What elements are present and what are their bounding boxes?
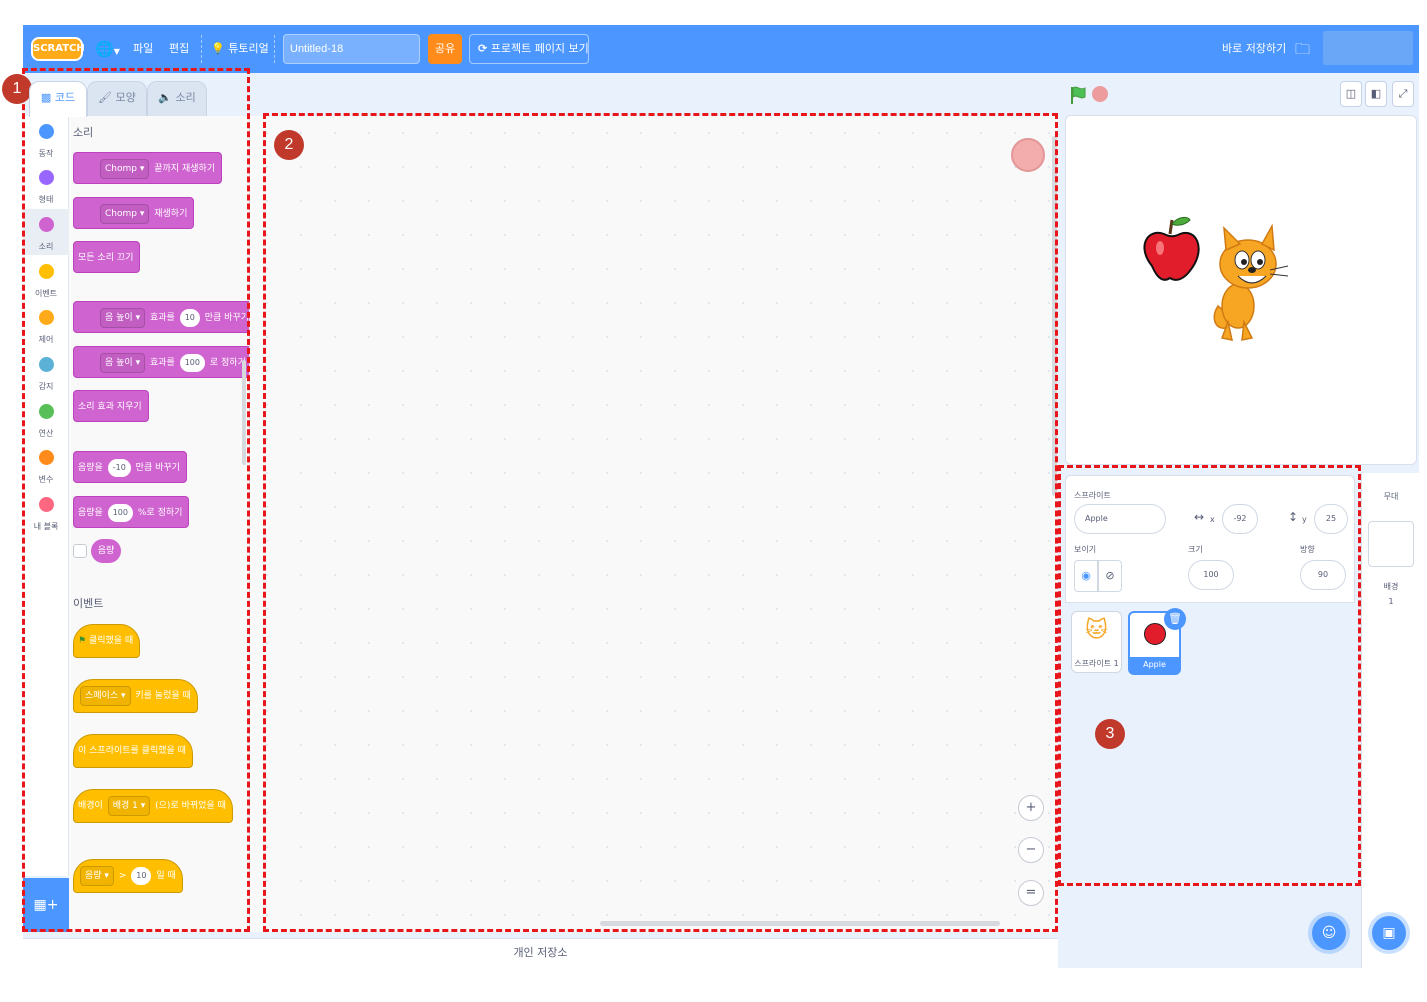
annotation-number-2: 2 <box>274 130 304 160</box>
choose-backdrop-button[interactable]: ▣ <box>1372 916 1406 950</box>
small-stage-button[interactable]: ◫ <box>1340 81 1362 107</box>
annotation-box-3 <box>1058 465 1361 886</box>
annotation-box-2 <box>263 113 1058 932</box>
stage-canvas[interactable] <box>1065 115 1417 465</box>
edit-menu[interactable]: 편집 <box>169 25 189 73</box>
language-menu[interactable]: 🌐▼ <box>95 25 120 73</box>
see-project-page-button[interactable]: ⟳ 프로젝트 페이지 보기 <box>469 34 589 64</box>
lightbulb-icon: 💡 <box>211 42 225 55</box>
full-screen-icon: ⤢ <box>1398 87 1408 100</box>
menu-divider <box>274 35 275 63</box>
caret-down-icon: ▼ <box>113 47 120 56</box>
stage-drawing <box>1143 216 1289 341</box>
full-screen-button[interactable]: ⤢ <box>1392 81 1414 107</box>
account-menu[interactable] <box>1323 31 1413 65</box>
tutorials-menu[interactable]: 💡 튜토리얼 <box>211 25 269 73</box>
tab-code-label: 코드 <box>54 91 76 104</box>
large-stage-button[interactable]: ◧ <box>1365 81 1387 107</box>
stop-button[interactable] <box>1092 86 1108 102</box>
green-flag-icon <box>1071 86 1086 104</box>
cat-sprite[interactable] <box>1213 223 1289 341</box>
scratch-logo[interactable]: SCRATCH <box>31 37 85 61</box>
my-stuff-folder-icon[interactable]: 🗀 <box>1295 25 1310 73</box>
green-flag-button[interactable] <box>1069 85 1087 109</box>
large-stage-icon: ◧ <box>1370 87 1382 100</box>
tab-code[interactable]: ▩ 코드 <box>29 81 87 117</box>
annotation-box-1 <box>22 68 250 932</box>
annotation-number-1: 1 <box>2 74 32 104</box>
code-blocks-icon: ▩ <box>40 91 52 104</box>
menu-bar: SCRATCH 🌐▼ 파일 편집 💡 튜토리얼 Untitled-18 공유 ⟳… <box>23 25 1419 73</box>
image-add-icon: ▣ <box>1382 925 1396 941</box>
share-button[interactable]: 공유 <box>428 34 462 64</box>
save-now-button[interactable]: 바로 저장하기 <box>1222 25 1286 73</box>
choose-sprite-button[interactable]: ☺ <box>1312 916 1346 950</box>
backdrop-thumbnail[interactable] <box>1368 521 1414 567</box>
stage-target-pane[interactable]: 무대 배경 1 <box>1361 473 1419 968</box>
see-project-page-label: 프로젝트 페이지 보기 <box>490 42 589 55</box>
globe-icon: 🌐 <box>95 40 114 58</box>
small-stage-icon: ◫ <box>1345 87 1357 100</box>
menu-divider <box>201 35 202 63</box>
backdrops-label: 배경 <box>1383 582 1399 591</box>
remix-arrows-icon: ⟳ <box>478 42 488 55</box>
stage-pane-title: 무대 <box>1383 492 1399 501</box>
annotation-number-3: 3 <box>1095 719 1125 749</box>
apple-sprite[interactable] <box>1143 216 1200 281</box>
cat-add-icon: ☺ <box>1321 925 1337 941</box>
tutorials-label: 튜토리얼 <box>228 42 269 55</box>
backpack-bar[interactable]: 개인 저장소 <box>23 938 1058 968</box>
file-menu[interactable]: 파일 <box>133 25 153 73</box>
project-title-input[interactable]: Untitled-18 <box>283 34 420 64</box>
backdrops-count: 1 <box>1388 597 1394 606</box>
